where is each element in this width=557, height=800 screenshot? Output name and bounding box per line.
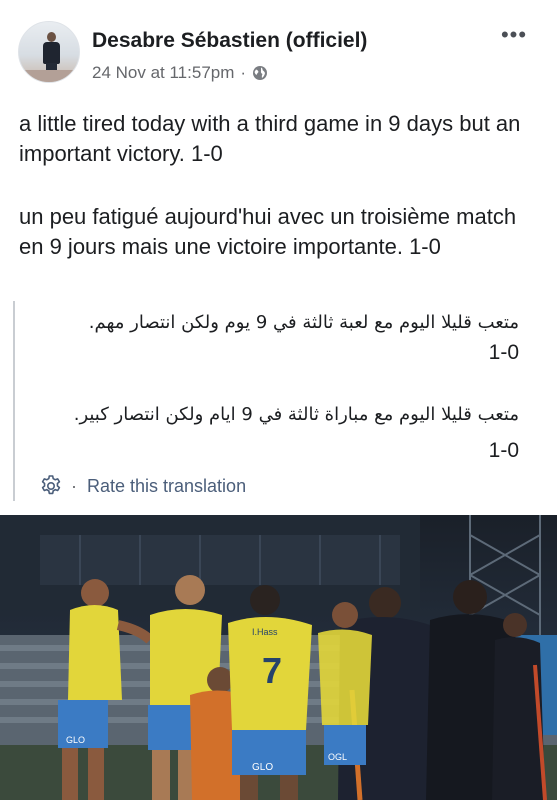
- translation-line-1: متعب قليلا اليوم مع لعبة ثالثة في 9 يوم …: [88, 312, 519, 333]
- celebration-photo: I.Hass 7 GLO OGL GLO: [0, 515, 557, 800]
- globe-icon: [253, 66, 268, 80]
- post-header: Desabre Sébastien (officiel) 24 Nov at 1…: [0, 0, 557, 98]
- gear-icon: [41, 475, 61, 495]
- translation-score-1: 1-0: [488, 341, 519, 364]
- post-text-french: un peu fatigué aujourd'hui avec un trois…: [19, 204, 517, 259]
- meta-separator: ·: [240, 63, 247, 82]
- author-name[interactable]: Desabre Sébastien (officiel): [92, 29, 367, 53]
- svg-text:GLO: GLO: [66, 735, 85, 745]
- post-meta: 24 Nov at 11:57pm ·: [92, 63, 268, 83]
- svg-text:I.Hass: I.Hass: [252, 627, 278, 637]
- post-text-english: a little tired today with a third game i…: [19, 111, 521, 166]
- svg-text:GLO: GLO: [252, 762, 273, 773]
- post-timestamp[interactable]: 24 Nov at 11:57pm: [92, 63, 234, 83]
- rate-separator: ·: [71, 475, 77, 496]
- more-options-icon[interactable]: •••: [497, 24, 531, 48]
- rate-translation-label: Rate this translation: [87, 475, 247, 496]
- translation-score-2: 1-0: [488, 439, 519, 462]
- post-photo[interactable]: I.Hass 7 GLO OGL GLO: [0, 515, 557, 800]
- avatar-figure-body: [43, 42, 60, 64]
- avatar[interactable]: [18, 21, 80, 83]
- svg-text:7: 7: [262, 650, 282, 691]
- rate-translation-link[interactable]: · Rate this translation: [39, 474, 246, 498]
- avatar-ground: [19, 70, 79, 82]
- translation-line-2: متعب قليلا اليوم مع مباراة ثالثة في 9 اي…: [73, 404, 519, 425]
- avatar-figure-head: [47, 32, 56, 42]
- svg-text:OGL: OGL: [328, 752, 347, 762]
- translation-divider: [13, 301, 15, 501]
